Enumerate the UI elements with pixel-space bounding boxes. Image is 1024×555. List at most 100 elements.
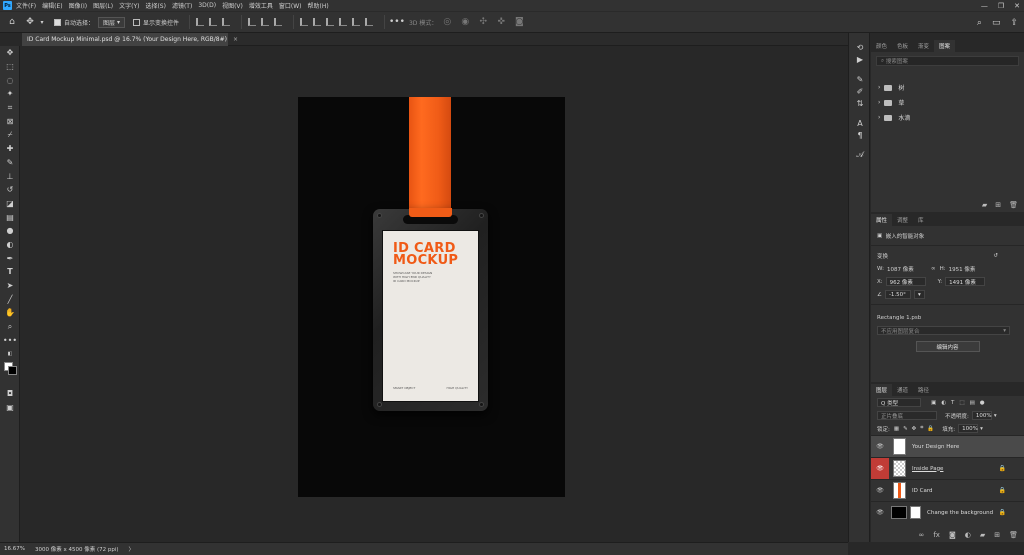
type-tool-icon[interactable]: T <box>0 265 20 279</box>
chevron-right-icon[interactable]: › <box>878 114 880 121</box>
lock-all-icon[interactable]: 🔒 <box>927 426 934 432</box>
eraser-tool-icon[interactable]: ◪ <box>0 197 20 211</box>
distribute-icon[interactable] <box>299 18 308 26</box>
layer-name[interactable]: ID Card <box>912 488 932 494</box>
menu-type[interactable]: 文字(Y) <box>119 1 139 10</box>
eye-icon[interactable]: 👁 <box>871 509 889 516</box>
brushes-icon[interactable]: ✐ <box>849 85 871 97</box>
crop-tool-icon[interactable]: ⌗ <box>0 101 20 115</box>
filter-smart-icon[interactable]: ▤ <box>970 400 975 406</box>
distribute-icon[interactable] <box>351 18 360 26</box>
chevron-right-icon[interactable]: › <box>878 84 880 91</box>
close-window-button[interactable]: ✕ <box>1014 2 1020 10</box>
menu-3d[interactable]: 3D(D) <box>198 2 216 9</box>
align-right-icon[interactable] <box>221 18 230 26</box>
angle-field[interactable]: -1.50° <box>884 290 911 299</box>
maximize-button[interactable]: ❐ <box>998 2 1004 10</box>
chevron-down-icon[interactable]: ▾ <box>36 16 48 28</box>
glyphs-icon[interactable]: 𝒜 <box>849 149 871 161</box>
show-transform-checkbox[interactable] <box>132 18 140 26</box>
new-group-icon[interactable]: ▰ <box>982 201 987 209</box>
distribute-icon[interactable] <box>364 18 373 26</box>
adjustments-icon[interactable]: ⇅ <box>849 97 871 109</box>
eye-icon[interactable]: 👁 <box>871 487 889 494</box>
distribute-icon[interactable] <box>312 18 321 26</box>
stamp-tool-icon[interactable]: ⊥ <box>0 169 20 183</box>
reset-transform-icon[interactable]: ↺ <box>993 253 998 259</box>
document-tab[interactable]: ID Card Mockup Minimal.psd @ 16.7% (Your… <box>22 33 238 46</box>
menu-view[interactable]: 视图(V) <box>222 1 243 10</box>
tab-adjustments[interactable]: 调整 <box>892 214 913 226</box>
move-tool-icon[interactable]: ✥ <box>0 46 20 60</box>
filter-type-icon[interactable]: T <box>951 400 954 406</box>
menu-file[interactable]: 文件(F) <box>16 1 36 10</box>
gradient-tool-icon[interactable]: ▤ <box>0 210 20 224</box>
3d-roll-icon[interactable]: ◉ <box>459 16 471 28</box>
align-center-icon[interactable] <box>208 18 217 26</box>
quick-mask-icon[interactable]: ◘ <box>0 387 20 401</box>
layer-filter-dropdown[interactable]: Q 类型 <box>877 398 921 407</box>
auto-select-checkbox[interactable] <box>54 18 61 26</box>
brush-tool-icon[interactable]: ✎ <box>0 156 20 170</box>
history-icon[interactable]: ⟲ <box>849 41 871 53</box>
zoom-level[interactable]: 16.67% <box>4 546 25 552</box>
layer-row[interactable]: 👁 ID Card 🔒 <box>871 479 1024 501</box>
tab-patterns[interactable]: 图案 <box>934 40 956 52</box>
y-field[interactable]: 1491 像素 <box>945 277 986 286</box>
search-icon[interactable]: ⌕ <box>977 18 982 28</box>
blur-tool-icon[interactable]: ● <box>0 224 20 238</box>
pen-tool-icon[interactable]: ✒ <box>0 251 20 265</box>
lasso-tool-icon[interactable]: ◌ <box>0 73 20 87</box>
history-brush-icon[interactable]: ↺ <box>0 183 20 197</box>
opacity-field[interactable]: 100% <box>971 411 992 420</box>
frame-tool-icon[interactable]: ⊠ <box>0 114 20 128</box>
layer-row[interactable]: 👁 Your Design Here <box>871 435 1024 457</box>
default-colors-icon[interactable]: ◧ <box>0 347 20 361</box>
zoom-tool-icon[interactable]: ⌕ <box>0 320 20 334</box>
menu-plugins[interactable]: 增效工具 <box>249 1 273 10</box>
line-tool-icon[interactable]: ╱ <box>0 292 20 306</box>
tab-paths[interactable]: 路径 <box>913 384 934 396</box>
new-group-icon[interactable]: ▰ <box>980 531 985 539</box>
magic-wand-icon[interactable]: ✦ <box>0 87 20 101</box>
tab-libraries[interactable]: 库 <box>913 214 929 226</box>
lock-move-icon[interactable]: ✥ <box>912 426 917 432</box>
layer-row[interactable]: 👁 Change the background 🔒 <box>871 501 1024 523</box>
menu-select[interactable]: 选择(S) <box>145 1 166 10</box>
dodge-tool-icon[interactable]: ◐ <box>0 238 20 252</box>
layer-row[interactable]: 👁 Inside Page 🔒 <box>871 457 1024 480</box>
edit-toolbar-icon[interactable]: ••• <box>0 333 20 347</box>
3d-slide-icon[interactable]: ✜ <box>495 16 507 28</box>
distribute-icon[interactable] <box>325 18 334 26</box>
trash-icon[interactable]: 🗑 <box>1009 201 1018 209</box>
trash-icon[interactable]: 🗑 <box>1009 531 1018 539</box>
eye-icon[interactable]: 👁 <box>871 443 889 450</box>
pattern-group-row[interactable]: › 树 <box>871 80 1024 95</box>
tab-gradients[interactable]: 渐变 <box>913 40 934 52</box>
home-icon[interactable]: ⌂ <box>6 16 18 28</box>
fill-field[interactable]: 100% <box>958 424 979 433</box>
menu-help[interactable]: 帮助(H) <box>308 1 329 10</box>
character-icon[interactable]: A <box>849 117 871 129</box>
width-field[interactable]: 1087 像素 <box>887 265 927 273</box>
canvas-area[interactable]: ID CARD MOCKUP SHOWCASE YOUR DESIGN WITH… <box>22 46 848 542</box>
layer-name[interactable]: Inside Page <box>912 466 943 472</box>
3d-scale-icon[interactable]: ◙ <box>513 16 525 28</box>
fx-icon[interactable]: fx <box>933 531 940 539</box>
more-options-icon[interactable]: ••• <box>389 16 405 28</box>
menu-edit[interactable]: 编辑(E) <box>42 1 62 10</box>
hand-tool-icon[interactable]: ✋ <box>0 306 20 320</box>
layer-name[interactable]: Change the background <box>927 510 993 516</box>
blend-mode-dropdown[interactable]: 正片叠底 <box>877 411 937 420</box>
filter-adjust-icon[interactable]: ◐ <box>941 400 946 406</box>
align-bottom-icon[interactable] <box>273 18 282 26</box>
document-canvas[interactable]: ID CARD MOCKUP SHOWCASE YOUR DESIGN WITH… <box>298 97 565 497</box>
background-color-swatch[interactable] <box>8 366 17 375</box>
chevron-right-icon[interactable]: › <box>878 99 880 106</box>
close-tab-icon[interactable]: × <box>233 36 238 43</box>
menu-filter[interactable]: 滤镜(T) <box>172 1 192 10</box>
tab-layers[interactable]: 图层 <box>871 384 893 396</box>
minimize-button[interactable]: — <box>981 2 988 10</box>
edit-contents-button[interactable]: 编辑内容 <box>915 341 980 352</box>
align-left-icon[interactable] <box>195 18 204 26</box>
